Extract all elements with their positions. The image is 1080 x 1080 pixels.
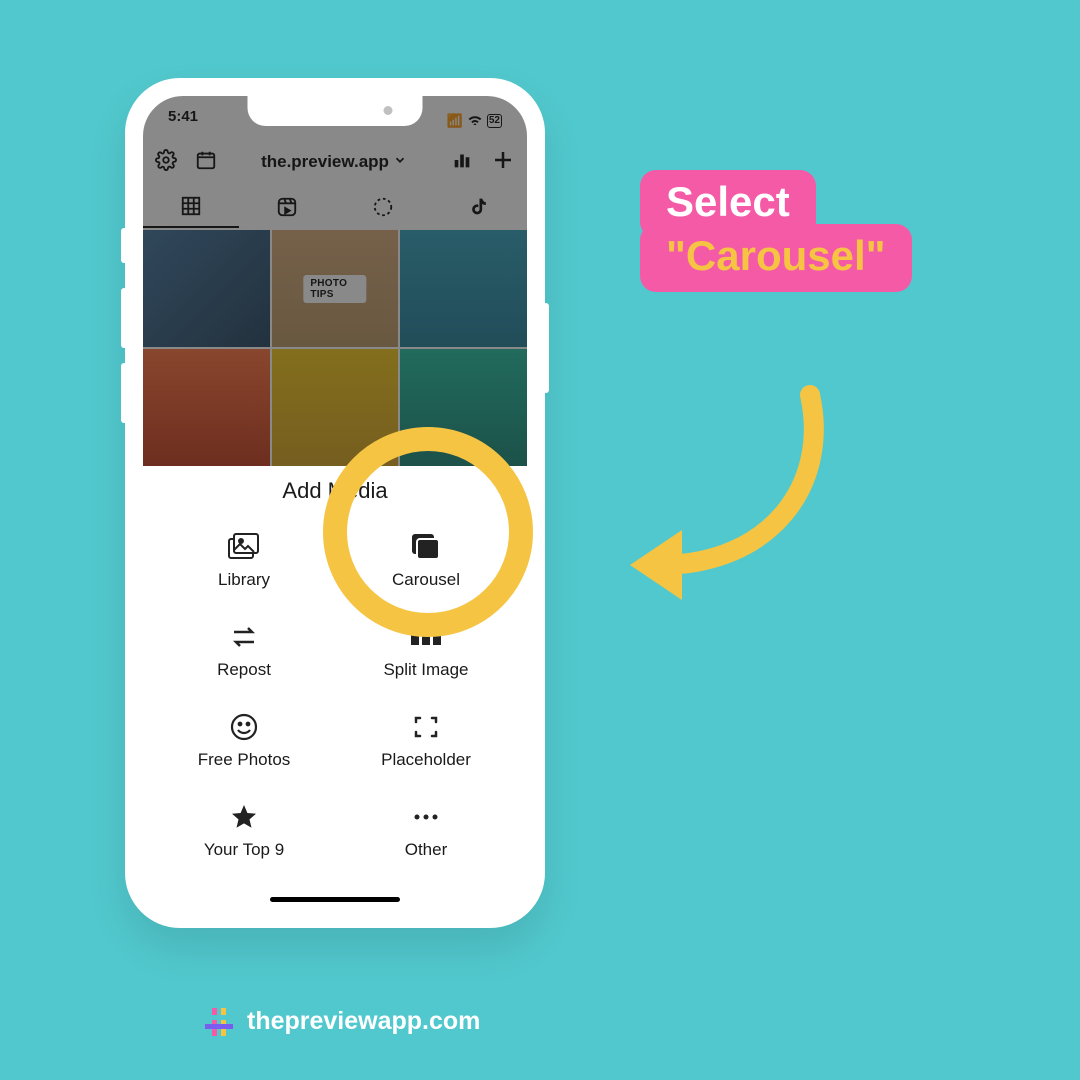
media-label: Your Top 9 bbox=[204, 840, 284, 860]
media-option-placeholder[interactable]: Placeholder bbox=[335, 712, 517, 770]
phone-frame: 5:41 📶 52 the.pre bbox=[125, 78, 545, 928]
feed-thumb[interactable] bbox=[400, 349, 527, 466]
media-label: Library bbox=[218, 570, 270, 590]
account-dropdown[interactable]: the.preview.app bbox=[261, 152, 407, 172]
feed-grid: PHOTO TIPS bbox=[143, 230, 527, 466]
logo-icon bbox=[205, 1008, 233, 1036]
sheet-title: Add Media bbox=[143, 466, 527, 512]
media-label: Repost bbox=[217, 660, 271, 680]
media-label: Free Photos bbox=[198, 750, 291, 770]
carousel-icon bbox=[410, 532, 442, 562]
media-label: Split Image bbox=[383, 660, 468, 680]
callout: Select "Carousel" bbox=[640, 170, 912, 292]
wifi-icon bbox=[467, 113, 483, 128]
smile-icon bbox=[230, 712, 258, 742]
star-icon bbox=[230, 802, 258, 832]
home-indicator bbox=[270, 897, 400, 902]
chevron-down-icon bbox=[393, 152, 407, 172]
repost-icon bbox=[228, 622, 260, 652]
feed-thumb[interactable] bbox=[143, 230, 270, 347]
phone-side-button bbox=[543, 303, 549, 393]
feed-thumb[interactable] bbox=[400, 230, 527, 347]
media-label: Carousel bbox=[392, 570, 460, 590]
photo-tips-badge: PHOTO TIPS bbox=[303, 275, 366, 303]
media-label: Placeholder bbox=[381, 750, 471, 770]
status-time: 5:41 bbox=[168, 108, 198, 133]
status-icons: 📶 52 bbox=[447, 108, 502, 133]
media-option-carousel[interactable]: Carousel bbox=[335, 532, 517, 590]
media-option-repost[interactable]: Repost bbox=[153, 622, 335, 680]
media-option-top9[interactable]: Your Top 9 bbox=[153, 802, 335, 860]
phone-side-button bbox=[121, 228, 127, 263]
ellipsis-icon bbox=[412, 802, 440, 832]
media-option-other[interactable]: Other bbox=[335, 802, 517, 860]
battery-level: 52 bbox=[489, 115, 500, 126]
analytics-icon[interactable] bbox=[451, 149, 473, 176]
add-media-sheet: Add Media Library Carousel bbox=[143, 466, 527, 910]
callout-line1: Select bbox=[640, 170, 816, 238]
signal-icon: 📶 bbox=[447, 113, 463, 129]
tab-tiktok[interactable] bbox=[431, 186, 527, 228]
feed-thumb[interactable] bbox=[272, 349, 399, 466]
media-label: Other bbox=[405, 840, 448, 860]
battery-icon: 52 bbox=[487, 114, 502, 128]
feed-thumb[interactable] bbox=[143, 349, 270, 466]
plus-icon[interactable] bbox=[491, 148, 515, 177]
gear-icon[interactable] bbox=[155, 149, 177, 176]
calendar-icon[interactable] bbox=[195, 149, 217, 176]
phone-side-button bbox=[121, 363, 127, 423]
tab-reels[interactable] bbox=[239, 186, 335, 228]
footer-url: thepreviewapp.com bbox=[247, 1007, 480, 1036]
phone-notch bbox=[248, 96, 423, 126]
footer: thepreviewapp.com bbox=[205, 1007, 480, 1036]
account-name: the.preview.app bbox=[261, 152, 389, 172]
tab-grid[interactable] bbox=[143, 186, 239, 228]
arrow-icon bbox=[600, 365, 860, 625]
media-option-library[interactable]: Library bbox=[153, 532, 335, 590]
split-icon bbox=[411, 622, 441, 652]
feed-tabs bbox=[143, 186, 527, 228]
phone-screen: 5:41 📶 52 the.pre bbox=[143, 96, 527, 910]
phone-side-button bbox=[121, 288, 127, 348]
feed-thumb[interactable]: PHOTO TIPS bbox=[272, 230, 399, 347]
media-option-freephotos[interactable]: Free Photos bbox=[153, 712, 335, 770]
media-option-split[interactable]: Split Image bbox=[335, 622, 517, 680]
tab-stories[interactable] bbox=[335, 186, 431, 228]
app-toolbar: the.preview.app bbox=[143, 140, 527, 184]
placeholder-icon bbox=[413, 712, 439, 742]
library-icon bbox=[227, 532, 261, 562]
